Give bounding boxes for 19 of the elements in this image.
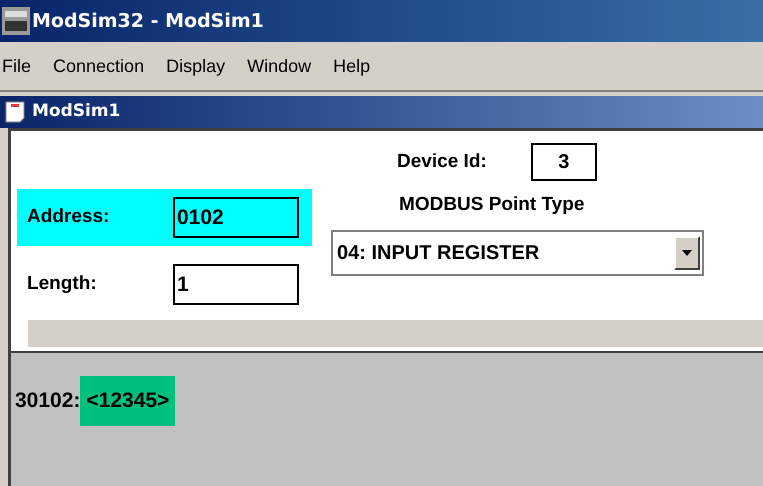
point-type-dropdown[interactable]: 04: INPUT REGISTER: [331, 230, 704, 276]
device-id-label: Device Id:: [397, 150, 487, 174]
menu-item[interactable]: Display: [166, 52, 226, 80]
point-type-label: MODBUS Point Type: [398, 193, 586, 217]
menu-item[interactable]: Connection: [53, 52, 144, 80]
window-title: ModSim32 - ModSim1: [32, 8, 264, 34]
input-field[interactable]: 1: [173, 264, 299, 305]
device-id-field[interactable]: 3: [530, 143, 597, 181]
field-label: Address:: [27, 205, 110, 230]
child-window-title: ModSim1: [32, 100, 120, 124]
register-value[interactable]: <12345>: [80, 376, 176, 426]
menu-item[interactable]: Window: [247, 52, 312, 80]
menu-item[interactable]: File: [2, 52, 32, 80]
register-address: 30102:: [14, 388, 80, 414]
input-field[interactable]: 0102: [173, 197, 299, 238]
app-icon: [2, 7, 30, 35]
field-label: Length:: [27, 272, 98, 296]
caret-icon: [682, 250, 692, 256]
menu-item[interactable]: Help: [333, 52, 370, 80]
